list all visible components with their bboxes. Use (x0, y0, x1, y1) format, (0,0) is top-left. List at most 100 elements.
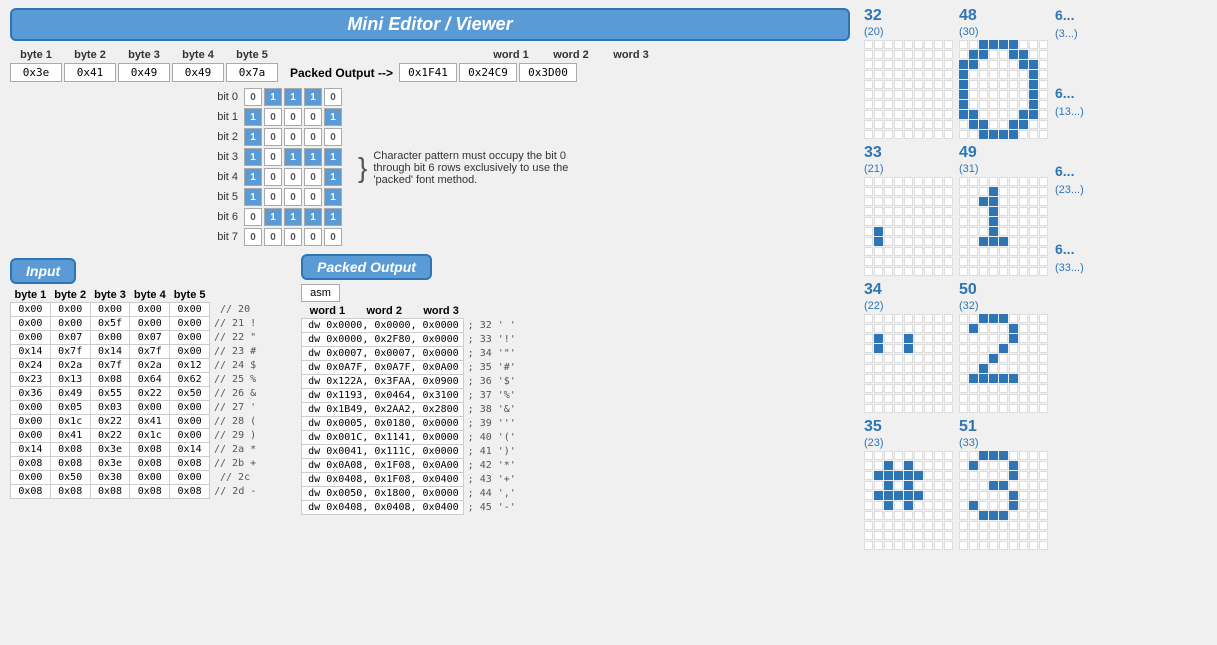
pixel-48-r9-c2 (979, 130, 988, 139)
pixel-51-r8-c5 (1009, 531, 1018, 540)
pixel-51-r0-c5 (1009, 451, 1018, 460)
pixel-48-r9-c4 (999, 130, 1008, 139)
table-row: dw 0x0408, 0x1F08, 0x0400; 43 '+' (302, 473, 520, 487)
asm-tab[interactable]: asm (301, 284, 340, 302)
pixel-49-r4-c7 (1029, 217, 1038, 226)
bit-cell-r2-c1[interactable]: 0 (264, 128, 282, 146)
bit-cell-r7-c4[interactable]: 0 (324, 228, 342, 246)
pixel-33-r8-c3 (894, 257, 903, 266)
bit-cell-r2-c4[interactable]: 0 (324, 128, 342, 146)
bit-cell-r6-c0[interactable]: 0 (244, 208, 262, 226)
pixel-34-r4-c7 (934, 354, 943, 363)
pixel-33-r3-c7 (934, 207, 943, 216)
pixel-48-r6-c4 (999, 100, 1008, 109)
bit-cell-r4-c2[interactable]: 0 (284, 168, 302, 186)
pixel-48-r5-c0 (959, 90, 968, 99)
bit-cell-r2-c3[interactable]: 0 (304, 128, 322, 146)
bit-cell-r4-c0[interactable]: 1 (244, 168, 262, 186)
bit-cell-r5-c2[interactable]: 0 (284, 188, 302, 206)
pixel-32-r6-c0 (864, 100, 873, 109)
bit-cell-r0-c2[interactable]: 1 (284, 88, 302, 106)
pixel-48-r4-c8 (1039, 80, 1048, 89)
bit-cell-r7-c2[interactable]: 0 (284, 228, 302, 246)
pixel-33-r2-c2 (884, 197, 893, 206)
bit-cell-r1-c4[interactable]: 1 (324, 108, 342, 126)
char-sub-partial-1: (13...) (1055, 106, 1085, 118)
bit-cell-r2-c0[interactable]: 1 (244, 128, 262, 146)
bit-cell-r1-c0[interactable]: 1 (244, 108, 262, 126)
pixel-50-r2-c6 (1019, 334, 1028, 343)
bit-cell-r0-c1[interactable]: 1 (264, 88, 282, 106)
bit-cell-r4-c3[interactable]: 0 (304, 168, 322, 186)
pixel-34-r4-c6 (924, 354, 933, 363)
pixel-32-r7-c3 (894, 110, 903, 119)
input-cell-r7-c0: 0x00 (11, 401, 51, 415)
bit-cell-r4-c4[interactable]: 1 (324, 168, 342, 186)
table-row: dw 0x1193, 0x0464, 0x3100; 37 '%' (302, 389, 520, 403)
pixel-33-r0-c3 (894, 177, 903, 186)
bit-cell-r7-c0[interactable]: 0 (244, 228, 262, 246)
pixel-34-r7-c1 (874, 384, 883, 393)
pixel-32-r4-c4 (904, 80, 913, 89)
bit-cell-r3-c1[interactable]: 0 (264, 148, 282, 166)
pixel-33-r7-c1 (874, 247, 883, 256)
input-cell-r6-c3: 0x22 (130, 387, 170, 401)
bit-cell-r4-c1[interactable]: 0 (264, 168, 282, 186)
bit-cell-r3-c4[interactable]: 1 (324, 148, 342, 166)
pixel-50-r4-c5 (1009, 354, 1018, 363)
bit-cell-r6-c1[interactable]: 1 (264, 208, 282, 226)
input-cell-r2-c2: 0x00 (90, 331, 130, 345)
input-cell-r7-c4: 0x00 (170, 401, 210, 415)
bit-cell-r5-c1[interactable]: 0 (264, 188, 282, 206)
bit-cell-r0-c4[interactable]: 0 (324, 88, 342, 106)
pixel-34-r7-c4 (904, 384, 913, 393)
app-title: Mini Editor / Viewer (347, 14, 512, 35)
bit-cell-r1-c1[interactable]: 0 (264, 108, 282, 126)
pixel-33-r4-c4 (904, 217, 913, 226)
pixel-33-r5-c1 (874, 227, 883, 236)
pixel-34-r0-c0 (864, 314, 873, 323)
bit-cell-r7-c3[interactable]: 0 (304, 228, 322, 246)
pixel-32-r8-c2 (884, 120, 893, 129)
pixel-33-r0-c8 (944, 177, 953, 186)
pixel-34-r0-c7 (934, 314, 943, 323)
pixel-49-r7-c5 (1009, 247, 1018, 256)
bit-row-7: bit 700000 (210, 228, 342, 246)
bit-cell-r3-c0[interactable]: 1 (244, 148, 262, 166)
bit-cell-r0-c3[interactable]: 1 (304, 88, 322, 106)
bit-cell-r1-c3[interactable]: 0 (304, 108, 322, 126)
bit-cell-r7-c1[interactable]: 0 (264, 228, 282, 246)
byte5-val: 0x7a (226, 63, 278, 82)
bit-cell-r3-c2[interactable]: 1 (284, 148, 302, 166)
pixel-grid-49 (959, 177, 1048, 276)
bit-cell-r6-c3[interactable]: 1 (304, 208, 322, 226)
input-cell-r10-c3: 0x08 (130, 443, 170, 457)
pixel-34-r5-c8 (944, 364, 953, 373)
pixel-51-r1-c6 (1019, 461, 1028, 470)
pixel-50-r9-c4 (999, 404, 1008, 413)
bit-cell-r1-c2[interactable]: 0 (284, 108, 302, 126)
pixel-51-r3-c6 (1019, 481, 1028, 490)
bit-cell-r0-c0[interactable]: 0 (244, 88, 262, 106)
pixel-50-r9-c2 (979, 404, 988, 413)
bit-cell-r6-c2[interactable]: 1 (284, 208, 302, 226)
pixel-35-r4-c5 (914, 491, 923, 500)
pixel-32-r0-c1 (874, 40, 883, 49)
pixel-48-r7-c4 (999, 110, 1008, 119)
bit-cell-r2-c2[interactable]: 0 (284, 128, 302, 146)
pixel-49-r9-c2 (979, 267, 988, 276)
bit-cell-r5-c4[interactable]: 1 (324, 188, 342, 206)
input-comment-r13: // 2d - (209, 485, 260, 499)
pixel-50-r9-c3 (989, 404, 998, 413)
bit-cell-r5-c3[interactable]: 0 (304, 188, 322, 206)
bit-cell-r5-c0[interactable]: 1 (244, 188, 262, 206)
pixel-49-r5-c7 (1029, 227, 1038, 236)
pixel-50-r8-c1 (969, 394, 978, 403)
packed-comment-r6: ; 38 '&' (463, 403, 520, 417)
pixel-51-r9-c7 (1029, 541, 1038, 550)
input-cell-r6-c1: 0x49 (50, 387, 90, 401)
bit-cell-r3-c3[interactable]: 1 (304, 148, 322, 166)
pixel-49-r3-c1 (969, 207, 978, 216)
bit-cell-r6-c4[interactable]: 1 (324, 208, 342, 226)
bit-row-5: bit 510001 (210, 188, 342, 206)
